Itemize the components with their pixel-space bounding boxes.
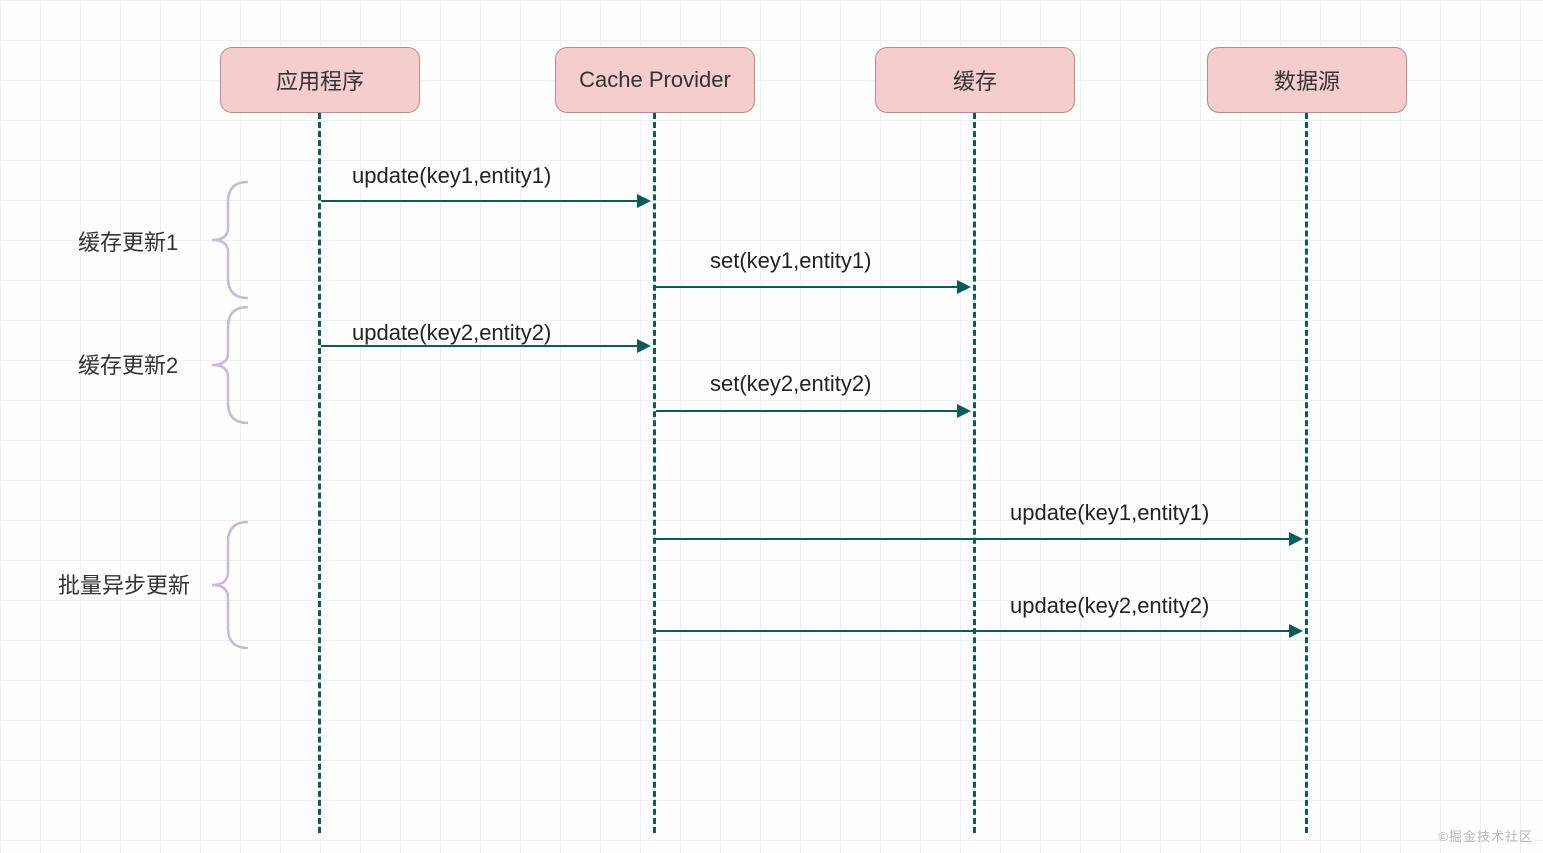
lifeline-datasource [1305, 113, 1308, 833]
group-label-update1: 缓存更新1 [78, 225, 178, 257]
group-label-batch: 批量异步更新 [58, 568, 190, 600]
msg-label-6: update(key2,entity2) [1010, 593, 1209, 619]
arrow-6 [656, 630, 1301, 632]
participant-datasource: 数据源 [1207, 47, 1407, 113]
participant-app: 应用程序 [220, 47, 420, 113]
lifeline-cache-provider [653, 113, 656, 833]
msg-label-3: update(key2,entity2) [352, 320, 551, 346]
msg-label-4: set(key2,entity2) [710, 371, 871, 397]
msg-label-2: set(key1,entity1) [710, 248, 871, 274]
lifeline-cache [973, 113, 976, 833]
bracket-update2 [200, 305, 250, 425]
arrow-1 [321, 200, 649, 202]
lifeline-app [318, 113, 321, 833]
watermark: ©掘金技术社区 [1438, 826, 1533, 845]
msg-label-1: update(key1,entity1) [352, 163, 551, 189]
arrow-3 [321, 345, 649, 347]
arrow-4 [656, 410, 969, 412]
bracket-update1 [200, 180, 250, 300]
arrow-2 [656, 286, 969, 288]
participant-cache-provider: Cache Provider [555, 47, 755, 113]
msg-label-5: update(key1,entity1) [1010, 500, 1209, 526]
participant-cache: 缓存 [875, 47, 1075, 113]
bracket-batch [200, 520, 250, 650]
arrow-5 [656, 538, 1301, 540]
group-label-update2: 缓存更新2 [78, 348, 178, 380]
